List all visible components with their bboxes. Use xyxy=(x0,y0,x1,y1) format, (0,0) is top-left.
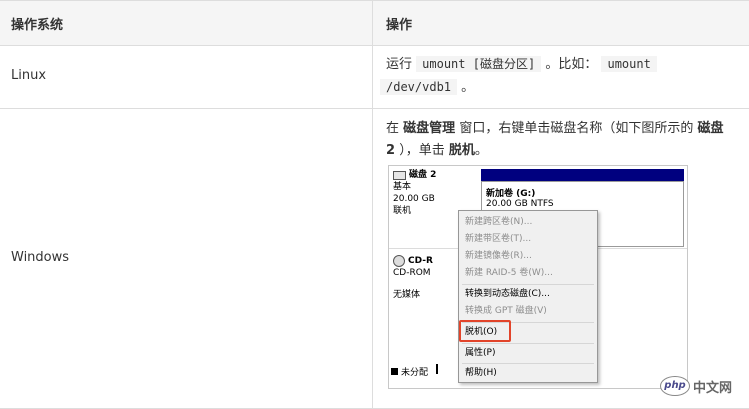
win-bold-disk-mgmt: 磁盘管理 xyxy=(403,121,456,136)
volume-size: 20.00 GB NTFS xyxy=(486,199,554,209)
unallocated-swatch-icon xyxy=(391,368,398,375)
cdrom-name: CD-R xyxy=(408,256,433,266)
offline-highlight-box xyxy=(459,320,511,342)
table-header-row xyxy=(0,0,749,45)
menu-separator xyxy=(462,343,594,344)
win-text-3: ），单击 xyxy=(399,143,445,158)
menu-new-mirrored[interactable]: 新建镜像卷(R)... xyxy=(465,248,532,264)
linux-text-example: 。比如： xyxy=(545,57,598,72)
context-menu: 新建跨区卷(N)... 新建带区卷(T)... 新建镜像卷(R)... 新建 R… xyxy=(458,210,598,383)
php-cn-watermark: php 中文网 xyxy=(660,376,732,396)
header-action: 操作 xyxy=(386,18,413,33)
menu-new-raid5[interactable]: 新建 RAID-5 卷(W)... xyxy=(465,265,553,281)
win-text-2: 窗口，右键单击磁盘名称（如下图所示的 xyxy=(459,121,694,136)
menu-convert-dynamic[interactable]: 转换到动态磁盘(C)... xyxy=(465,286,550,302)
linux-text-run: 运行 xyxy=(386,57,413,72)
hard-disk-icon xyxy=(393,170,406,180)
windows-instruction: 在 磁盘管理 窗口，右键单击磁盘名称（如下图所示的 磁盘2 ），单击 脱机。 xyxy=(386,118,726,162)
disk2-name: 磁盘 2 xyxy=(409,170,437,180)
legend-label: 未分配 xyxy=(401,368,429,378)
legend-marker xyxy=(436,364,438,374)
header-os: 操作系统 xyxy=(11,14,64,33)
code-umount: umount xyxy=(601,56,657,72)
win-text-4: 。 xyxy=(474,143,488,158)
volume-header-bar xyxy=(481,169,684,181)
win-text-1: 在 xyxy=(386,121,400,136)
volume-name: 新加卷 (G:) xyxy=(486,189,536,199)
os-linux: Linux xyxy=(11,68,47,83)
cdrom-type: CD-ROM xyxy=(393,268,431,278)
menu-properties[interactable]: 属性(P) xyxy=(465,345,495,361)
linux-text-end: 。 xyxy=(461,80,475,95)
code-dev-vdb1: /dev/vdb1 xyxy=(380,79,458,95)
cdrom-info[interactable]: CD-R CD-ROM 无媒体 xyxy=(393,255,453,301)
os-windows: Windows xyxy=(11,250,70,265)
menu-new-striped[interactable]: 新建带区卷(T)... xyxy=(465,231,531,247)
code-umount-partition: umount [磁盘分区] xyxy=(416,56,542,72)
disk2-type: 基本 xyxy=(393,182,412,192)
menu-help[interactable]: 帮助(H) xyxy=(465,365,497,381)
legend-unallocated: 未分配 xyxy=(391,365,428,378)
php-logo-icon: php xyxy=(660,376,690,396)
menu-separator xyxy=(462,363,594,364)
win-bold-offline: 脱机 xyxy=(448,143,475,158)
cdrom-media: 无媒体 xyxy=(393,290,421,300)
cd-rom-icon xyxy=(393,255,405,267)
linux-instruction: 运行 umount [磁盘分区] 。比如： umount /dev/vdb1 。 xyxy=(380,53,736,99)
menu-separator xyxy=(462,284,594,285)
watermark-text: 中文网 xyxy=(693,380,733,396)
menu-new-spanned[interactable]: 新建跨区卷(N)... xyxy=(465,214,532,230)
menu-convert-gpt[interactable]: 转换成 GPT 磁盘(V) xyxy=(465,303,547,319)
disk2-size: 20.00 GB xyxy=(393,194,435,204)
